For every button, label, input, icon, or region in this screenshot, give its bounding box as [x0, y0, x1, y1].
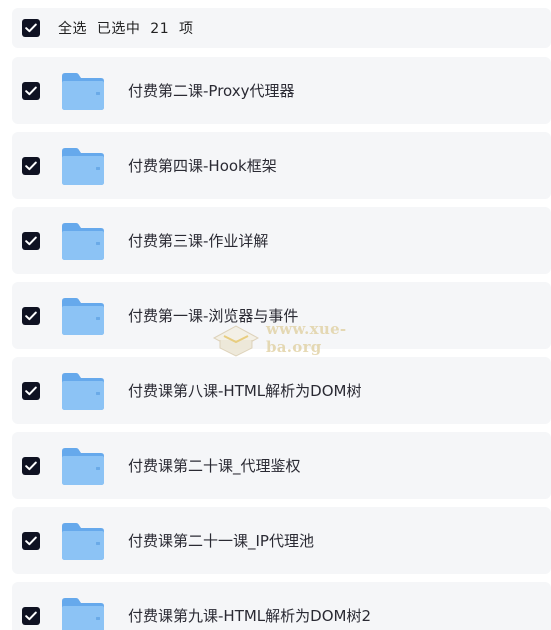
item-name: 付费第三课-作业详解: [128, 232, 269, 250]
folder-icon: [62, 297, 104, 335]
folder-icon: [62, 372, 104, 410]
item-checkbox[interactable]: [22, 606, 40, 625]
folder-icon: [62, 522, 104, 560]
select-all-checkbox[interactable]: [22, 19, 40, 37]
file-list-page: 全选 已选中 21 项 付费第二课-Proxy代理器 付费第四课-Hook框架 付费…: [0, 0, 551, 630]
item-checkbox[interactable]: [22, 381, 40, 400]
item-checkbox[interactable]: [22, 531, 40, 550]
folder-icon-wrapper: [60, 595, 106, 630]
list-item[interactable]: 付费课第二十课_代理鉴权: [12, 432, 551, 499]
folder-icon-wrapper: [60, 370, 106, 412]
check-icon: [25, 86, 37, 95]
list-item[interactable]: 付费课第九课-HTML解析为DOM树2: [12, 582, 551, 630]
folder-icon: [62, 222, 104, 260]
item-name: 付费课第九课-HTML解析为DOM树2: [128, 607, 371, 625]
check-icon: [25, 536, 37, 545]
check-icon: [25, 236, 37, 245]
list-item[interactable]: 付费第三课-作业详解: [12, 207, 551, 274]
folder-icon: [62, 447, 104, 485]
item-checkbox[interactable]: [22, 306, 40, 325]
check-icon: [25, 161, 37, 170]
folder-icon-wrapper: [60, 445, 106, 487]
check-icon: [25, 23, 37, 33]
folder-icon-wrapper: [60, 70, 106, 112]
check-icon: [25, 461, 37, 470]
folder-icon: [62, 147, 104, 185]
item-name: 付费课第二十课_代理鉴权: [128, 457, 301, 475]
item-checkbox[interactable]: [22, 231, 40, 250]
list-item[interactable]: 付费第一课-浏览器与事件: [12, 282, 551, 349]
folder-icon: [62, 597, 104, 630]
item-name: 付费课第二十一课_IP代理池: [128, 532, 314, 550]
item-name: 付费课第八课-HTML解析为DOM树: [128, 382, 362, 400]
check-icon: [25, 386, 37, 395]
check-icon: [25, 311, 37, 320]
list-item[interactable]: 付费第四课-Hook框架: [12, 132, 551, 199]
check-icon: [25, 611, 37, 620]
item-checkbox[interactable]: [22, 156, 40, 175]
folder-icon-wrapper: [60, 220, 106, 262]
folder-icon-wrapper: [60, 145, 106, 187]
item-name: 付费第四课-Hook框架: [128, 157, 277, 175]
select-all-bar: 全选 已选中 21 项: [12, 8, 551, 48]
list-item[interactable]: 付费第二课-Proxy代理器: [12, 57, 551, 124]
item-checkbox[interactable]: [22, 456, 40, 475]
folder-icon: [62, 72, 104, 110]
select-all-label: 全选 已选中 21 项: [58, 21, 194, 37]
list-item[interactable]: 付费课第八课-HTML解析为DOM树: [12, 357, 551, 424]
list-item[interactable]: 付费课第二十一课_IP代理池: [12, 507, 551, 574]
item-name: 付费第二课-Proxy代理器: [128, 82, 295, 100]
folder-icon-wrapper: [60, 520, 106, 562]
folder-icon-wrapper: [60, 295, 106, 337]
item-checkbox[interactable]: [22, 81, 40, 100]
item-name: 付费第一课-浏览器与事件: [128, 307, 299, 325]
